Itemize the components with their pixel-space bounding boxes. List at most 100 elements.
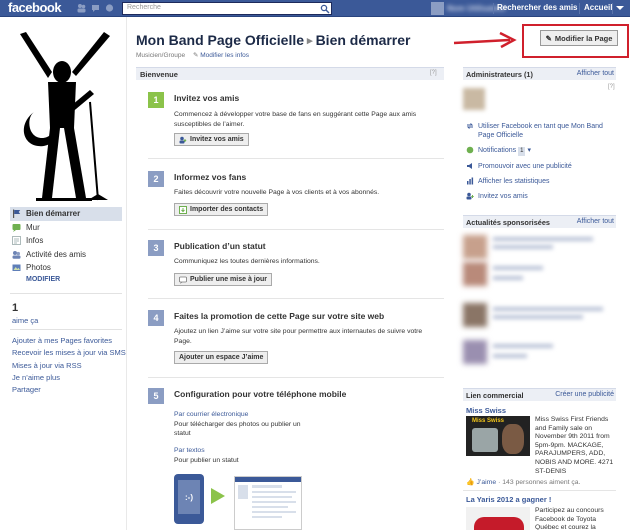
nav-item-bien-demarrer[interactable]: Bien démarrer <box>10 207 122 221</box>
use-as-page-link[interactable]: Utiliser Facebook en tant que Mon Band P… <box>466 122 616 140</box>
action-label: Utiliser Facebook en tant que Mon Band P… <box>478 123 603 139</box>
ad-likes-count: · 143 personnes aiment ça. <box>498 478 581 486</box>
step-desc: Commencez à développer votre base de fan… <box>174 111 417 128</box>
share-link[interactable]: Partager <box>12 385 126 397</box>
step-number: 1 <box>148 92 164 108</box>
admins-help-link[interactable]: [?] <box>608 84 615 90</box>
photos-icon <box>12 263 21 272</box>
search-icon[interactable] <box>320 4 330 14</box>
ad-like-link[interactable]: J’aime <box>476 479 496 486</box>
admins-see-all-link[interactable]: Afficher tout <box>577 70 614 77</box>
home-link[interactable]: Accueil <box>584 3 612 12</box>
nav-item-activite-amis[interactable]: Activité des amis <box>10 248 122 262</box>
page-name[interactable]: Mon Band Page Officielle <box>136 32 304 48</box>
likes-count: 1 <box>12 302 19 314</box>
step-1: 1 Invitez vos amis Commencez à développe… <box>148 92 444 152</box>
import-contacts-button[interactable]: Importer des contacts <box>174 203 269 216</box>
edit-info-link[interactable]: Modifier les infos <box>200 52 249 59</box>
ad-image-car <box>474 517 524 530</box>
page-title: Mon Band Page Officielle ▸ Bien démarrer <box>136 32 411 48</box>
modify-nav-link[interactable]: MODIFIER <box>10 276 122 283</box>
megaphone-icon <box>467 163 472 169</box>
sms-mobile-desc: Pour publier un statut <box>174 457 239 464</box>
invite-friends-button[interactable]: Invitez vos amis <box>174 133 249 146</box>
sponsored-image <box>463 303 487 327</box>
left-nav: Bien démarrer Mur Infos Activité des ami… <box>10 207 122 283</box>
ad-like-row: 👍 J’aime · 143 personnes aiment ça. <box>466 478 581 487</box>
breadcrumb-arrow-icon: ▸ <box>307 35 313 47</box>
ad-title[interactable]: La Yaris 2012 a gagner ! <box>466 495 551 504</box>
blurred-text <box>493 245 553 249</box>
phone-screen: :-) <box>178 480 200 514</box>
wall-icon <box>12 223 21 232</box>
unlike-link[interactable]: Je n’aime plus <box>12 373 126 385</box>
publish-update-button[interactable]: Publier une mise à jour <box>174 273 273 286</box>
help-link[interactable]: [?] <box>430 70 437 76</box>
thumbs-up-icon: 👍 <box>466 479 475 486</box>
sms-mobile-link[interactable]: Par textos <box>174 447 205 454</box>
sponsored-header: Actualités sponsorisées Afficher tout <box>463 215 616 228</box>
admin-actions: Utiliser Facebook en tant que Mon Band P… <box>466 122 616 207</box>
welcome-header: Bienvenue <box>136 67 444 80</box>
flag-icon <box>12 209 21 219</box>
sponsored-story[interactable] <box>463 303 613 331</box>
profile-picture[interactable] <box>12 32 112 204</box>
nav-label: Mur <box>26 222 40 232</box>
page-subtitle: Musicien/Groupe ✎ Modifier les infos <box>136 51 249 59</box>
ad-text: Participez au concours Facebook de Toyot… <box>535 507 604 530</box>
divider <box>463 490 616 491</box>
messages-icon[interactable] <box>91 3 100 13</box>
ad-title[interactable]: Miss Swiss <box>466 406 506 415</box>
ad-image[interactable]: Miss Swiss <box>466 416 530 456</box>
ads-title: Lien commercial <box>466 391 524 400</box>
nav-label: Photos <box>26 263 51 273</box>
pencil-icon: ✎ <box>545 33 552 43</box>
notifications-icon <box>466 146 474 154</box>
pencil-icon: ✎ <box>192 52 199 59</box>
divider <box>579 3 580 14</box>
ad-image[interactable] <box>466 507 530 530</box>
promote-link[interactable]: Promouvoir avec une publicité <box>466 162 616 171</box>
rss-updates-link[interactable]: Mises à jour via RSS <box>12 361 126 373</box>
invite-friends-link[interactable]: Invitez vos amis <box>466 192 616 201</box>
notifications-globe-icon[interactable] <box>105 3 114 13</box>
status-icon <box>179 276 187 284</box>
search-input[interactable]: Recherche <box>122 2 332 15</box>
step-5: 5 Configuration pour votre téléphone mob… <box>148 388 444 408</box>
admins-header: Administrateurs (1) Afficher tout <box>463 67 616 80</box>
step-desc: Faites découvrir votre nouvelle Page à v… <box>174 189 380 196</box>
nav-item-mur[interactable]: Mur <box>10 221 122 235</box>
chevron-down-icon[interactable]: ▾ <box>527 147 531 154</box>
action-label: Notifications <box>478 147 517 154</box>
profile-link[interactable]: Nom Utilisateur <box>431 2 506 15</box>
nav-item-infos[interactable]: Infos <box>10 234 122 248</box>
sponsored-see-all-link[interactable]: Afficher tout <box>577 218 614 225</box>
nav-item-photos[interactable]: Photos <box>10 261 122 275</box>
welcome-title: Bienvenue <box>140 70 178 79</box>
blurred-text <box>493 276 523 280</box>
step-title: Invitez vos amis <box>174 93 240 103</box>
divider <box>612 3 613 14</box>
sponsored-story[interactable] <box>463 340 613 368</box>
sponsored-title: Actualités sponsorisées <box>466 218 550 227</box>
sms-updates-link[interactable]: Recevoir les mises à jour via SMS <box>12 348 126 360</box>
likes-text-link[interactable]: aime ça <box>12 316 38 325</box>
create-ad-link[interactable]: Créer une publicité <box>555 391 614 398</box>
sponsored-story[interactable] <box>463 235 613 263</box>
add-to-favorites-link[interactable]: Ajouter à mes Pages favorites <box>12 336 126 348</box>
invite-icon <box>466 192 474 200</box>
admin-avatar[interactable] <box>463 88 485 110</box>
edit-page-button[interactable]: ✎ Modifier la Page <box>540 30 618 46</box>
friend-requests-icon[interactable] <box>77 3 86 13</box>
sponsored-story[interactable] <box>463 262 613 290</box>
stats-link[interactable]: Afficher les statistiques <box>466 177 616 186</box>
invite-icon <box>179 136 187 143</box>
email-mobile-link[interactable]: Par courrier électronique <box>174 411 248 418</box>
find-friends-link[interactable]: Rechercher des amis <box>497 3 578 12</box>
add-like-box-button[interactable]: Ajouter un espace J’aime <box>174 351 269 364</box>
account-menu-arrow-icon[interactable] <box>616 6 624 10</box>
step-number: 3 <box>148 240 164 256</box>
notifications-link[interactable]: Notifications 1 ▾ <box>466 146 616 156</box>
facebook-logo[interactable]: facebook <box>8 0 62 15</box>
divider <box>148 229 444 230</box>
